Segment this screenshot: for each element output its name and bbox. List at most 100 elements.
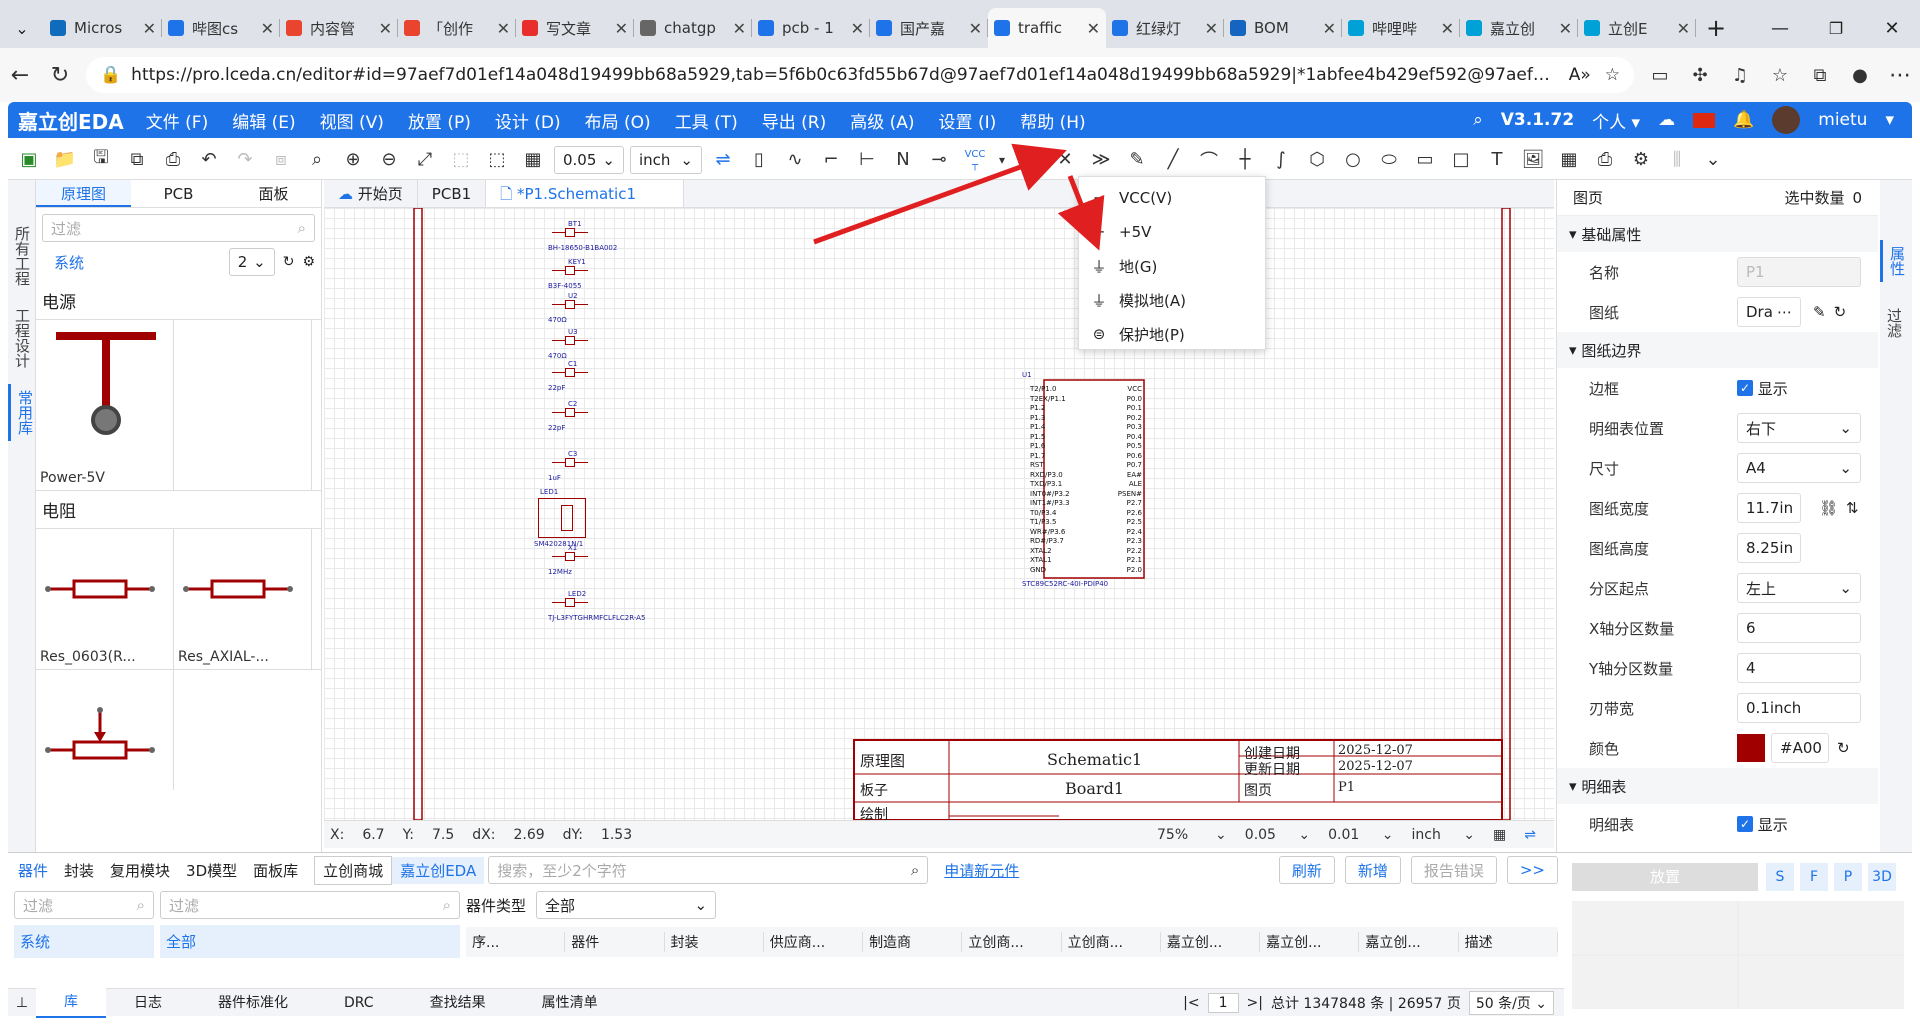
text-icon[interactable]: T bbox=[1482, 145, 1512, 175]
schematic-part[interactable]: C2 22pF bbox=[548, 400, 592, 432]
browser-tab[interactable]: 「创作 ✕ bbox=[398, 8, 516, 48]
browser-tab[interactable]: traffic ✕ bbox=[988, 8, 1106, 48]
browser-tab[interactable]: BOM ✕ bbox=[1224, 8, 1342, 48]
zoom-in-icon[interactable]: ⊕ bbox=[338, 145, 368, 175]
tab-footprints[interactable]: 封装 bbox=[64, 860, 94, 881]
read-aloud-icon[interactable]: A» bbox=[1569, 65, 1591, 85]
refresh-icon[interactable]: ↻ bbox=[283, 254, 295, 270]
tab-reuse-modules[interactable]: 复用模块 bbox=[110, 860, 170, 881]
bezier-icon[interactable]: ∫ bbox=[1266, 145, 1296, 175]
power-symbol-card[interactable]: Power-5V bbox=[36, 320, 174, 490]
system-category[interactable]: 系统 bbox=[14, 925, 154, 958]
browser-tab[interactable]: 写文章 ✕ bbox=[516, 8, 634, 48]
table-icon[interactable]: ▦ bbox=[1554, 145, 1584, 175]
menu-item[interactable]: 文件 (F) bbox=[146, 108, 208, 133]
rect-icon[interactable]: □ bbox=[1446, 145, 1476, 175]
print-icon[interactable]: ⎙ bbox=[158, 145, 188, 175]
resistor-card-0603[interactable]: Res_0603(R... bbox=[36, 529, 174, 669]
component-icon[interactable]: ▯ bbox=[744, 145, 774, 175]
undo-icon[interactable]: ↶ bbox=[194, 145, 224, 175]
menu-item[interactable]: 导出 (R) bbox=[762, 108, 826, 133]
menu-item[interactable]: 设计 (D) bbox=[495, 108, 561, 133]
flag-icon[interactable] bbox=[1693, 112, 1716, 128]
sheet-field[interactable]: Dra ⋯ bbox=[1737, 297, 1801, 327]
tab-drc[interactable]: DRC bbox=[316, 989, 402, 1017]
cloud-icon[interactable]: ☁ bbox=[1658, 110, 1675, 130]
vcc-power-icon[interactable]: VCC ┬ bbox=[960, 145, 990, 175]
size-select[interactable]: A4 ⌄ bbox=[1737, 453, 1861, 483]
refresh-icon[interactable]: ↻ bbox=[1834, 303, 1847, 321]
height-field[interactable]: 8.25in bbox=[1737, 533, 1801, 563]
menu-item[interactable]: 高级 (A) bbox=[850, 108, 914, 133]
close-tab-icon[interactable]: ✕ bbox=[733, 19, 746, 38]
tab-actions-button[interactable]: ⌄ bbox=[0, 8, 44, 48]
menu-item[interactable]: 帮助 (H) bbox=[1020, 108, 1085, 133]
power-menu-item[interactable]: ┬ VCC(V) bbox=[1079, 181, 1265, 215]
close-tab-icon[interactable]: ✕ bbox=[379, 19, 392, 38]
redo-icon[interactable]: ↷ bbox=[230, 145, 260, 175]
grid-icon[interactable]: ▦ bbox=[518, 145, 548, 175]
align-icon[interactable]: ⫼ bbox=[1662, 145, 1692, 175]
vtab-properties[interactable]: 属性 bbox=[1880, 240, 1912, 282]
close-tab-icon[interactable]: ✕ bbox=[1087, 19, 1100, 38]
column-header[interactable]: 封装 bbox=[665, 932, 764, 952]
tab-devices[interactable]: 器件 bbox=[18, 860, 48, 881]
restore-icon[interactable]: ❐ bbox=[1808, 19, 1864, 38]
per-page-select[interactable]: 50 条/页 ⌄ bbox=[1468, 990, 1554, 1015]
category-filter-input[interactable]: 过滤 ⌕ bbox=[14, 891, 154, 919]
pin-icon[interactable]: ┼ bbox=[1230, 145, 1260, 175]
schematic-part[interactable]: C3 1uF bbox=[548, 450, 592, 482]
chevron-down-icon[interactable]: ▾ bbox=[1885, 110, 1894, 130]
url-field[interactable]: 🔒 https://pro.lceda.cn/editor#id=97aef7d… bbox=[86, 57, 1634, 93]
vtab-all-projects[interactable]: 所有工程 bbox=[8, 220, 37, 292]
tab-library[interactable]: 库 bbox=[36, 987, 106, 1018]
menu-item[interactable]: 视图 (V) bbox=[320, 108, 384, 133]
bus-icon[interactable]: ⌐ bbox=[816, 145, 846, 175]
gear-icon[interactable]: ⚙ bbox=[302, 254, 315, 270]
tab-3d-models[interactable]: 3D模型 bbox=[186, 860, 237, 881]
back-icon[interactable]: ← bbox=[0, 63, 40, 88]
prev-page-icon[interactable]: |< bbox=[1183, 995, 1199, 1011]
image-icon[interactable]: 🖼 bbox=[1518, 145, 1548, 175]
performance-icon[interactable]: ♫ bbox=[1720, 65, 1760, 86]
ellipse-icon[interactable]: ⬭ bbox=[1374, 145, 1404, 175]
minimize-icon[interactable]: — bbox=[1752, 18, 1808, 39]
new-icon[interactable]: ▣ bbox=[14, 145, 44, 175]
area-zoom-icon[interactable]: ⬚ bbox=[446, 145, 476, 175]
potentiometer-card[interactable] bbox=[36, 670, 174, 790]
tab-schematic1[interactable]: 🗋 *P1.Schematic1 bbox=[486, 180, 685, 207]
vtab-filter[interactable]: 过滤 bbox=[1880, 302, 1909, 344]
schematic-part[interactable]: KEY1 B3F-4055 bbox=[548, 258, 592, 290]
power-menu-item[interactable]: ⏚ 模拟地(A) bbox=[1079, 283, 1265, 317]
browser-tab[interactable]: pcb - 1 ✕ bbox=[752, 8, 870, 48]
grid1-select[interactable]: 0.05 ⌄ bbox=[1245, 827, 1310, 843]
select-zoom-icon[interactable]: ⬚ bbox=[482, 145, 512, 175]
no-connect-icon[interactable]: ✕ bbox=[1050, 145, 1080, 175]
browser-tab[interactable]: 红绿灯 ✕ bbox=[1106, 8, 1224, 48]
netflag-icon[interactable]: ⊸ bbox=[924, 145, 954, 175]
preview-mode-button[interactable]: 3D bbox=[1868, 863, 1896, 891]
avatar[interactable] bbox=[1772, 106, 1801, 134]
favorite-icon[interactable]: ☆ bbox=[1605, 65, 1620, 85]
all-category[interactable]: 全部 bbox=[160, 925, 460, 958]
schematic-part[interactable]: U3 470Ω bbox=[548, 328, 592, 360]
zone-select[interactable]: 左上 ⌄ bbox=[1737, 573, 1861, 603]
probe-icon[interactable]: ✎ bbox=[1122, 145, 1152, 175]
next-page-icon[interactable]: >| bbox=[1247, 995, 1263, 1011]
line-icon[interactable]: ╱ bbox=[1158, 145, 1188, 175]
copy-icon[interactable]: ⧈ bbox=[266, 145, 296, 175]
frame-icon[interactable]: ▭ bbox=[1410, 145, 1440, 175]
refresh-button[interactable]: 刷新 bbox=[1278, 856, 1335, 884]
column-header[interactable]: 描述 bbox=[1459, 932, 1558, 952]
preview-mode-button[interactable]: S bbox=[1766, 863, 1794, 891]
open-folder-icon[interactable]: 📁 bbox=[50, 145, 80, 175]
save-icon[interactable]: 🖫 bbox=[86, 145, 116, 175]
power-menu-item[interactable]: ⊜ 保护地(P) bbox=[1079, 317, 1265, 351]
schematic-part[interactable]: C1 22pF bbox=[548, 360, 592, 392]
schematic-part[interactable]: U2 470Ω bbox=[548, 292, 592, 324]
report-error-button[interactable]: 报告错误 bbox=[1410, 856, 1497, 884]
wire-icon[interactable]: ∿ bbox=[780, 145, 810, 175]
fit-icon[interactable]: ⤢ bbox=[410, 145, 440, 175]
schematic-part[interactable]: LED1 SM420281N/1 bbox=[534, 488, 590, 548]
grid2-select[interactable]: 0.01 ⌄ bbox=[1328, 827, 1393, 843]
